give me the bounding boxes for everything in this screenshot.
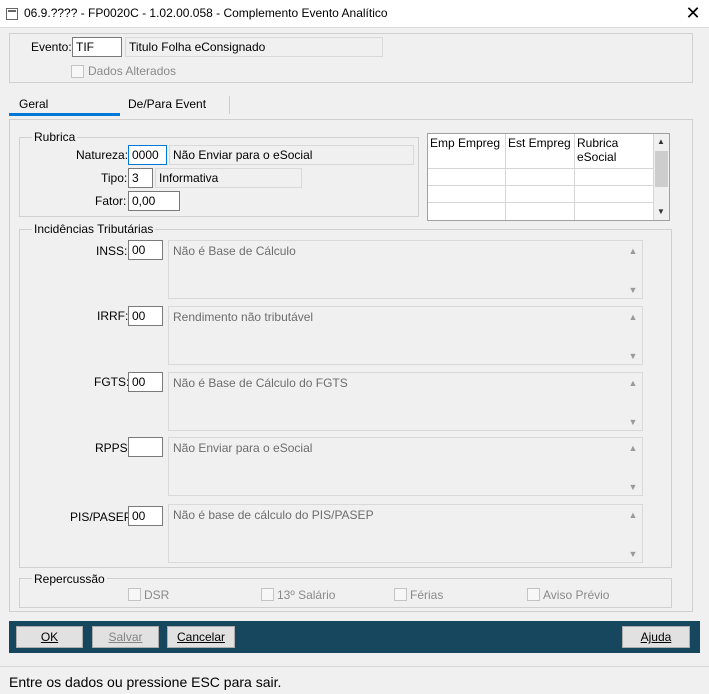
dados-alterados-checkbox[interactable] — [71, 65, 84, 78]
status-message: Entre os dados ou pressione ESC para sai… — [9, 674, 282, 690]
fator-label: Fator: — [95, 194, 127, 208]
rubrica-title: Rubrica — [32, 130, 78, 144]
ferias-label: Férias — [410, 588, 444, 602]
fgts-description-memo: Não é Base de Cálculo do FGTS ▲ ▼ — [168, 372, 643, 431]
inss-label: INSS: — [96, 244, 128, 258]
tab-separator — [229, 96, 230, 114]
evento-description-field: Titulo Folha eConsignado — [125, 37, 383, 57]
scroll-up-icon[interactable]: ▲ — [626, 510, 640, 520]
rpps-code-input[interactable] — [128, 437, 163, 457]
pis-pasep-code-input[interactable]: 00 — [128, 506, 163, 526]
inss-description-text: Não é Base de Cálculo — [173, 244, 296, 258]
scroll-up-icon[interactable]: ▲ — [626, 312, 640, 322]
decimo-terceiro-label: 13º Salário — [277, 588, 336, 602]
header-panel: Evento: TIF Titulo Folha eConsignado Dad… — [9, 33, 693, 83]
evento-code-input[interactable]: TIF — [72, 37, 122, 57]
evento-label: Evento: — [31, 40, 72, 54]
aviso-previo-checkbox[interactable] — [527, 588, 540, 601]
tipo-description-field: Informativa — [155, 168, 302, 188]
incidencias-title: Incidências Tributárias — [32, 222, 156, 236]
grid-scrollbar[interactable]: ▲ ▼ — [654, 134, 669, 220]
grid-cell[interactable] — [428, 203, 506, 220]
dsr-label: DSR — [144, 588, 170, 602]
irrf-description-text: Rendimento não tributável — [173, 310, 314, 324]
tab-geral-label: Geral — [19, 97, 49, 111]
irrf-label: IRRF: — [97, 309, 129, 323]
irrf-code-input[interactable]: 00 — [128, 306, 163, 326]
ajuda-button-label: Ajuda — [640, 630, 672, 644]
status-bar: Entre os dados ou pressione ESC para sai… — [0, 666, 709, 694]
decimo-terceiro-checkbox[interactable] — [261, 588, 274, 601]
ok-button-label: OK — [40, 630, 59, 644]
grid-cell[interactable] — [428, 169, 506, 186]
button-bar: OK Salvar Cancelar Ajuda — [9, 621, 700, 653]
tab-geral[interactable]: Geral — [9, 94, 119, 114]
grid-header-cell[interactable]: Est Empreg — [506, 134, 575, 169]
grid-column-rubrica-esocial: Rubrica eSocial — [577, 136, 619, 164]
scroll-thumb[interactable] — [655, 151, 668, 187]
inss-code-input[interactable]: 00 — [128, 240, 163, 260]
app-icon — [6, 8, 18, 20]
scroll-down-icon[interactable]: ▼ — [626, 351, 640, 361]
window-titlebar: 06.9.???? - FP0020C - 1.02.00.058 - Comp… — [0, 0, 709, 28]
scroll-down-icon[interactable]: ▼ — [626, 549, 640, 559]
cancelar-button[interactable]: Cancelar — [167, 626, 235, 648]
pis-pasep-description-memo: Não é base de cálculo do PIS/PASEP ▲ ▼ — [168, 504, 643, 563]
scroll-up-icon[interactable]: ▲ — [626, 378, 640, 388]
grid-cell[interactable] — [575, 169, 654, 186]
irrf-description-memo: Rendimento não tributável ▲ ▼ — [168, 306, 643, 365]
rpps-description-memo: Não Enviar para o eSocial ▲ ▼ — [168, 437, 643, 496]
mapping-grid[interactable]: Emp Empreg Est Empreg Rubrica eSocial ▲ … — [427, 133, 670, 221]
scroll-down-icon[interactable]: ▼ — [626, 285, 640, 295]
pis-pasep-label: PIS/PASEP: — [70, 510, 136, 524]
ajuda-button[interactable]: Ajuda — [622, 626, 690, 648]
pis-pasep-description-text: Não é base de cálculo do PIS/PASEP — [173, 508, 374, 522]
ok-button[interactable]: OK — [16, 626, 83, 648]
grid-column-emp-empreg: Emp Empreg — [430, 136, 501, 150]
close-icon[interactable]: ✕ — [682, 2, 704, 24]
rpps-description-text: Não Enviar para o eSocial — [173, 441, 313, 455]
tipo-input[interactable]: 3 — [128, 168, 153, 188]
fgts-label: FGTS: — [94, 375, 130, 389]
grid-cell[interactable] — [428, 186, 506, 203]
salvar-button[interactable]: Salvar — [92, 626, 159, 648]
tipo-label: Tipo: — [101, 171, 128, 185]
fgts-code-input[interactable]: 00 — [128, 372, 163, 392]
repercussao-title: Repercussão — [32, 572, 107, 586]
natureza-description-field: Não Enviar para o eSocial — [169, 145, 414, 165]
grid-cell[interactable] — [575, 203, 654, 220]
grid-cell[interactable] — [506, 169, 575, 186]
scroll-up-icon[interactable]: ▲ — [626, 246, 640, 256]
window-title: 06.9.???? - FP0020C - 1.02.00.058 - Comp… — [24, 6, 388, 20]
grid-header-cell[interactable]: Rubrica eSocial — [575, 134, 654, 169]
rpps-label: RPPS: — [95, 441, 132, 455]
grid-cell[interactable] — [506, 186, 575, 203]
tab-geral-indicator — [9, 113, 120, 116]
dados-alterados-label: Dados Alterados — [88, 64, 177, 78]
grid-header-cell[interactable]: Emp Empreg — [428, 134, 506, 169]
scroll-up-icon[interactable]: ▲ — [657, 137, 665, 146]
grid-column-est-empreg: Est Empreg — [508, 136, 571, 150]
scroll-down-icon[interactable]: ▼ — [657, 207, 665, 216]
tab-de-para-event[interactable]: De/Para Event — [120, 94, 230, 114]
aviso-previo-label: Aviso Prévio — [543, 588, 610, 602]
dsr-checkbox[interactable] — [128, 588, 141, 601]
fgts-description-text: Não é Base de Cálculo do FGTS — [173, 376, 348, 390]
fator-input[interactable]: 0,00 — [128, 191, 180, 211]
scroll-down-icon[interactable]: ▼ — [626, 417, 640, 427]
grid-cell[interactable] — [506, 203, 575, 220]
inss-description-memo: Não é Base de Cálculo ▲ ▼ — [168, 240, 643, 299]
natureza-input[interactable]: 0000 — [128, 145, 167, 165]
tab-de-para-event-label: De/Para Event — [128, 97, 207, 111]
ferias-checkbox[interactable] — [394, 588, 407, 601]
cancelar-button-label: Cancelar — [176, 630, 226, 644]
salvar-button-label: Salvar — [108, 630, 143, 644]
grid-cell[interactable] — [575, 186, 654, 203]
scroll-down-icon[interactable]: ▼ — [626, 482, 640, 492]
natureza-label: Natureza: — [76, 148, 129, 162]
scroll-up-icon[interactable]: ▲ — [626, 443, 640, 453]
